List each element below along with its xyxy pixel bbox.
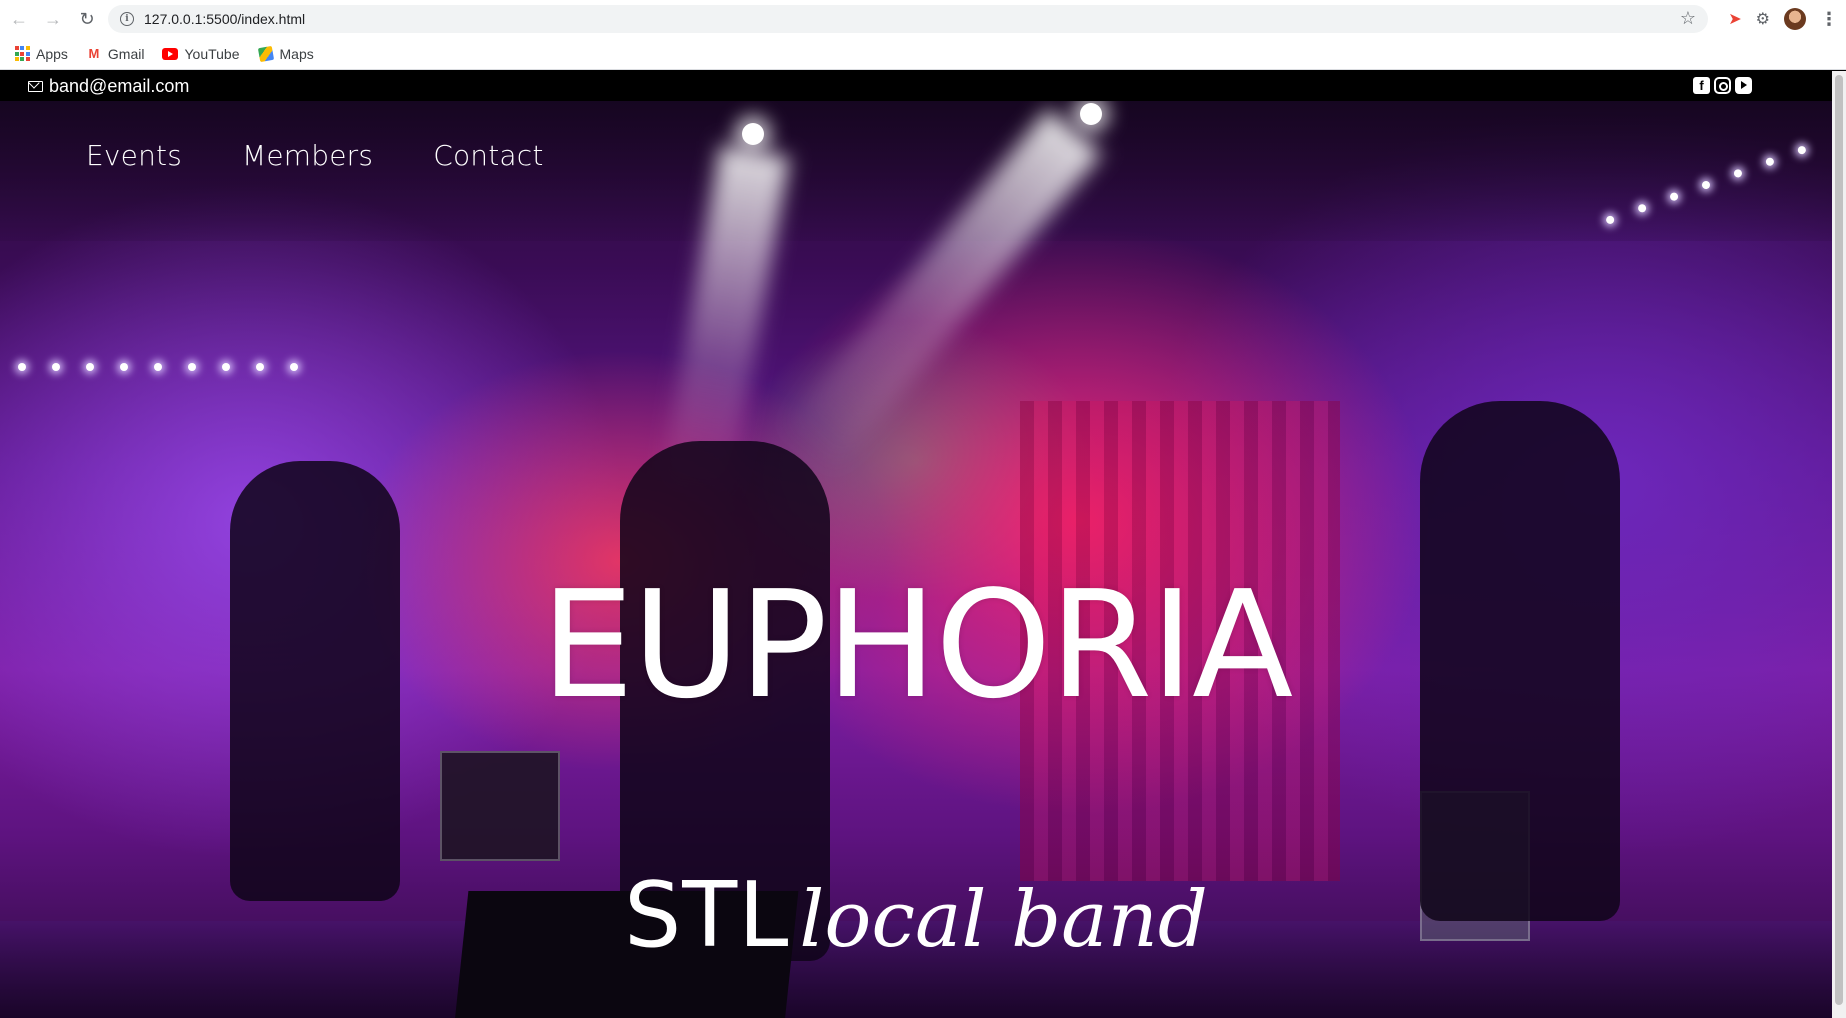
scrollbar-thumb[interactable]	[1835, 75, 1843, 1005]
bookmark-label: Gmail	[107, 45, 145, 62]
back-icon[interactable]: ←	[4, 4, 34, 34]
main-nav: Events Members Contact	[86, 139, 544, 172]
gmail-icon: M	[88, 46, 100, 61]
menu-dots-icon[interactable]: ⋮	[1820, 9, 1838, 30]
youtube-icon	[162, 46, 179, 62]
hero-stage-image: Events Members Contact EUPHORIA STL local…	[0, 101, 1832, 1018]
page: band@email.com f Events Members Contact …	[0, 71, 1846, 1018]
youtube-icon[interactable]	[1735, 77, 1752, 94]
profile-avatar[interactable]	[1784, 8, 1806, 30]
bookmark-label: YouTube	[184, 45, 240, 62]
address-bar[interactable]: i 127.0.0.1:5500/index.html ☆	[108, 5, 1708, 33]
url-text[interactable]: 127.0.0.1:5500/index.html	[144, 11, 305, 27]
forward-icon[interactable]: →	[38, 4, 68, 34]
stage-light	[1080, 103, 1102, 125]
browser-toolbar: ← → ↻ i 127.0.0.1:5500/index.html ☆ ➤ ⚙ …	[0, 0, 1846, 38]
email-link[interactable]: band@email.com	[28, 76, 189, 97]
extension-icon[interactable]: ➤	[1728, 9, 1741, 29]
tagline-script: local band	[799, 875, 1208, 965]
bookmark-apps[interactable]: Apps	[14, 46, 68, 62]
envelope-icon	[28, 80, 43, 92]
extensions-area: ➤ ⚙ ⋮	[1728, 0, 1838, 38]
apps-grid-icon	[14, 46, 30, 62]
tagline: STL local band	[0, 871, 1832, 961]
bookmark-label: Apps	[36, 45, 68, 62]
led-strip	[18, 363, 298, 371]
band-name-title: EUPHORIA	[540, 559, 1294, 731]
social-links: f	[1693, 77, 1752, 94]
stage-light	[742, 123, 764, 145]
amplifier	[440, 751, 560, 861]
nav-link-contact[interactable]: Contact	[433, 139, 543, 172]
reload-icon[interactable]: ↻	[72, 4, 102, 34]
facebook-icon[interactable]: f	[1693, 77, 1710, 94]
maps-icon	[257, 45, 274, 62]
bookmark-gmail[interactable]: M Gmail	[86, 46, 145, 62]
top-contact-bar: band@email.com f	[0, 71, 1846, 101]
puzzle-icon[interactable]: ⚙	[1756, 9, 1770, 29]
nav-link-members[interactable]: Members	[242, 139, 373, 172]
info-icon[interactable]: i	[120, 12, 134, 26]
bookmark-label: Maps	[279, 45, 314, 62]
email-text[interactable]: band@email.com	[49, 76, 189, 97]
tagline-prefix: STL	[624, 863, 790, 968]
instagram-icon[interactable]	[1714, 77, 1731, 94]
bookmarks-bar: Apps M Gmail YouTube Maps	[0, 38, 1846, 70]
bookmark-youtube[interactable]: YouTube	[162, 45, 240, 62]
bookmark-maps[interactable]: Maps	[257, 45, 314, 62]
nav-link-events[interactable]: Events	[86, 139, 182, 172]
page-scrollbar[interactable]	[1832, 71, 1846, 1018]
bookmark-star-icon[interactable]: ☆	[1680, 8, 1696, 29]
